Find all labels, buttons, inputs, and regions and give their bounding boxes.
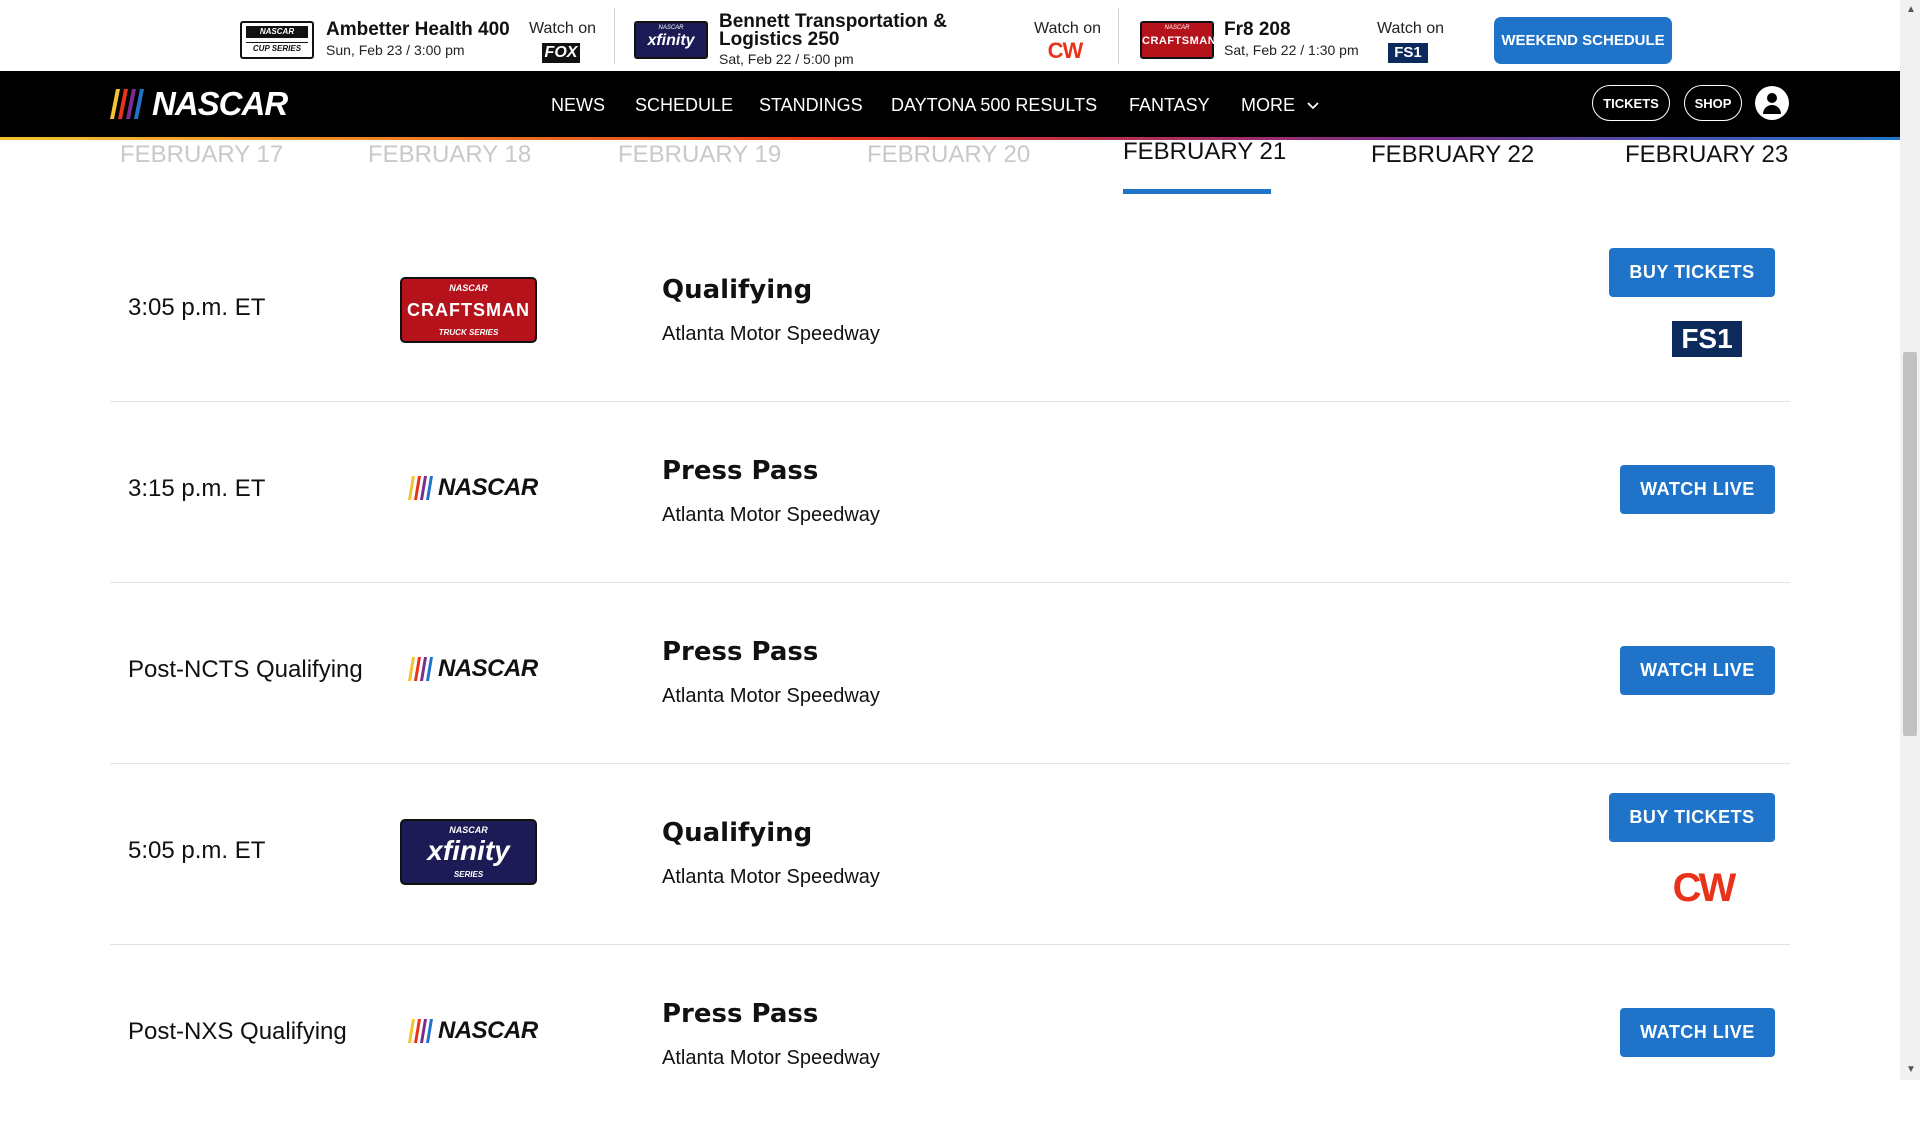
tickets-button[interactable]: TICKETS <box>1592 85 1670 121</box>
race-card-xfinity[interactable]: NASCAR xfinity Bennett Transportation & … <box>632 0 1102 71</box>
race-divider <box>614 8 615 64</box>
race-date: Sun, Feb 23 / 3:00 pm <box>326 42 465 58</box>
tab-feb-18[interactable]: FEBRUARY 18 <box>368 141 531 169</box>
active-tab-indicator <box>1123 189 1271 194</box>
race-card-cup[interactable]: NASCAR CUP SERIES Ambetter Health 400 Su… <box>238 0 598 71</box>
schedule-row: 3:05 p.m. ET NASCAR CRAFTSMAN TRUCK SERI… <box>110 220 1790 402</box>
nav-standings[interactable]: STANDINGS <box>759 95 863 115</box>
race-date: Sat, Feb 22 / 5:00 pm <box>719 51 854 67</box>
event-time: 3:05 p.m. ET <box>128 294 266 321</box>
tab-feb-20[interactable]: FEBRUARY 20 <box>867 141 1030 169</box>
event-title: Press Pass <box>662 999 819 1029</box>
schedule-row: 5:05 p.m. ET NASCAR xfinity SERIES Quali… <box>110 763 1790 945</box>
race-date: Sat, Feb 22 / 1:30 pm <box>1224 42 1359 58</box>
tab-feb-21[interactable]: FEBRUARY 21 <box>1123 138 1286 166</box>
event-venue: Atlanta Motor Speedway <box>662 866 880 888</box>
fs1-logo: FS1 <box>1672 321 1742 357</box>
nav-fantasy[interactable]: FANTASY <box>1129 95 1210 115</box>
craftsman-truck-series-logo: NASCAR CRAFTSMAN TRUCK SERIES <box>400 277 537 343</box>
scroll-down-arrow-icon[interactable]: ▼ <box>1906 1064 1916 1075</box>
event-time: Post-NCTS Qualifying <box>128 656 363 683</box>
buy-tickets-button[interactable]: BUY TICKETS <box>1609 248 1775 297</box>
race-name: Ambetter Health 400 <box>326 19 510 40</box>
event-venue: Atlanta Motor Speedway <box>662 504 880 526</box>
cw-logo: CW <box>1672 866 1737 910</box>
schedule-row: Post-NCTS Qualifying NASCAR Press Pass A… <box>110 582 1790 764</box>
race-name: Fr8 208 <box>1224 19 1291 40</box>
tab-feb-17[interactable]: FEBRUARY 17 <box>120 141 283 169</box>
tab-feb-19[interactable]: FEBRUARY 19 <box>618 141 781 169</box>
event-title: Press Pass <box>662 456 819 486</box>
main-nav: NASCAR NEWS SCHEDULE STANDINGS DAYTONA 5… <box>0 71 1900 137</box>
watch-on-label: Watch on <box>529 20 596 37</box>
watch-live-button[interactable]: WATCH LIVE <box>1620 1008 1775 1057</box>
event-time: 5:05 p.m. ET <box>128 837 266 864</box>
scrollbar-thumb[interactable] <box>1903 352 1917 736</box>
xfinity-series-logo: NASCAR xfinity SERIES <box>400 819 537 885</box>
nav-more[interactable]: MORE <box>1241 95 1320 115</box>
schedule-row: Post-NXS Qualifying NASCAR Press Pass At… <box>110 944 1790 1125</box>
nascar-bars-icon <box>110 89 144 119</box>
nascar-bars-icon <box>408 657 433 681</box>
xfinity-series-logo: NASCAR xfinity <box>634 21 708 59</box>
craftsman-series-logo: NASCAR CRAFTSMAN <box>1140 21 1216 59</box>
watch-live-button[interactable]: WATCH LIVE <box>1620 646 1775 695</box>
watch-live-button[interactable]: WATCH LIVE <box>1620 465 1775 514</box>
watch-on-label: Watch on <box>1034 20 1101 37</box>
event-venue: Atlanta Motor Speedway <box>662 323 880 345</box>
nav-news[interactable]: NEWS <box>551 95 605 115</box>
user-icon[interactable] <box>1755 86 1789 120</box>
weekend-schedule-button[interactable]: WEEKEND SCHEDULE <box>1494 17 1672 64</box>
race-ticker: NASCAR CUP SERIES Ambetter Health 400 Su… <box>0 0 1900 71</box>
race-divider <box>1118 8 1119 64</box>
chevron-down-icon <box>1307 102 1319 110</box>
nascar-bars-icon <box>408 1019 433 1043</box>
fs1-logo: FS1 <box>1388 43 1428 63</box>
buy-tickets-button[interactable]: BUY TICKETS <box>1609 793 1775 842</box>
tab-feb-22[interactable]: FEBRUARY 22 <box>1371 141 1534 169</box>
cup-series-logo: NASCAR CUP SERIES <box>240 21 314 59</box>
nav-daytona-results[interactable]: DAYTONA 500 RESULTS <box>891 95 1097 115</box>
cw-logo: CW <box>1047 38 1084 63</box>
tab-feb-23[interactable]: FEBRUARY 23 <box>1625 141 1788 169</box>
event-time: Post-NXS Qualifying <box>128 1018 347 1045</box>
watch-on-label: Watch on <box>1377 20 1444 37</box>
fox-logo: FOX <box>542 43 580 63</box>
nascar-bars-icon <box>408 476 433 500</box>
event-title: Press Pass <box>662 637 819 667</box>
event-venue: Atlanta Motor Speedway <box>662 685 880 707</box>
event-venue: Atlanta Motor Speedway <box>662 1047 880 1069</box>
event-title: Qualifying <box>662 818 813 848</box>
scroll-up-arrow-icon[interactable]: ▲ <box>1906 4 1916 15</box>
nav-color-stripe <box>0 137 1900 140</box>
nav-schedule[interactable]: SCHEDULE <box>635 95 733 115</box>
shop-button[interactable]: SHOP <box>1684 85 1742 121</box>
event-time: 3:15 p.m. ET <box>128 475 266 502</box>
race-card-craftsman[interactable]: NASCAR CRAFTSMAN Fr8 208 Sat, Feb 22 / 1… <box>1138 0 1468 71</box>
event-title: Qualifying <box>662 275 813 305</box>
schedule-row: 3:15 p.m. ET NASCAR Press Pass Atlanta M… <box>110 401 1790 583</box>
race-name-line2: Logistics 250 <box>719 29 840 50</box>
